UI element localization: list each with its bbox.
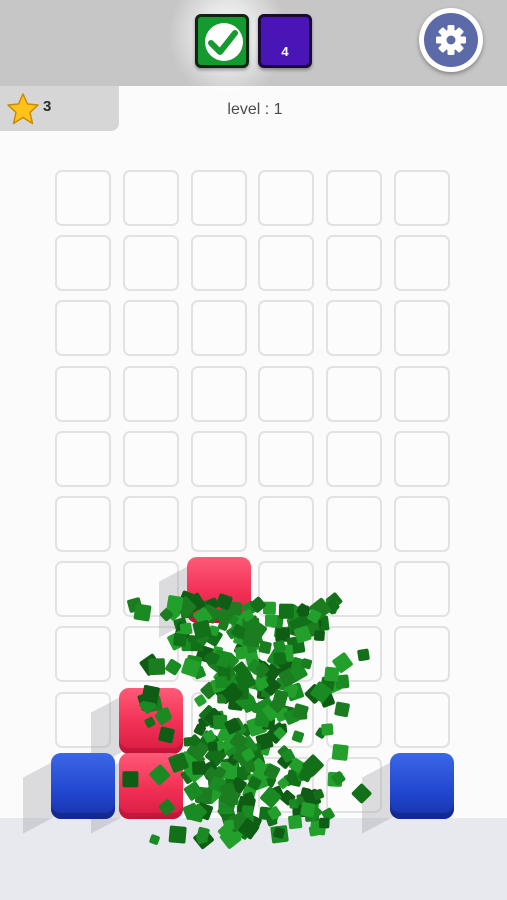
- debris-particle: [168, 825, 187, 844]
- debris-particle: [215, 676, 228, 689]
- debris-particle: [148, 658, 166, 676]
- debris-particle: [158, 799, 176, 816]
- debris-particle: [141, 684, 160, 704]
- debris-particle: [321, 723, 334, 736]
- debris-particle: [165, 658, 182, 676]
- debris-particle: [264, 614, 278, 627]
- debris-particle: [313, 630, 325, 642]
- debris-particle: [351, 783, 372, 804]
- debris-particle: [357, 648, 370, 662]
- particle-burst: [122, 590, 372, 850]
- debris-particle: [288, 814, 303, 830]
- debris-particle: [331, 744, 349, 761]
- debris-particle: [191, 761, 206, 775]
- debris-particle: [298, 605, 310, 617]
- debris-particle: [158, 726, 175, 744]
- debris-particle: [231, 603, 243, 615]
- debris-particle: [144, 716, 156, 728]
- debris-particle: [122, 771, 139, 788]
- debris-particle: [208, 741, 218, 752]
- debris-particle: [291, 730, 305, 743]
- debris-particle: [278, 603, 295, 619]
- debris-particle: [318, 817, 330, 829]
- debris-particle: [212, 714, 228, 730]
- debris-particle: [258, 640, 272, 654]
- debris-particle: [300, 802, 316, 818]
- debris-particle: [149, 834, 160, 845]
- debris-particle: [308, 825, 320, 837]
- debris-particle: [324, 666, 340, 682]
- debris-particle: [173, 633, 187, 647]
- debris-particle: [133, 603, 152, 622]
- debris-particle: [166, 595, 184, 612]
- debris-particle: [334, 701, 350, 718]
- debris-particle: [242, 628, 262, 648]
- debris-particle: [149, 764, 171, 786]
- debris-particle: [273, 652, 287, 665]
